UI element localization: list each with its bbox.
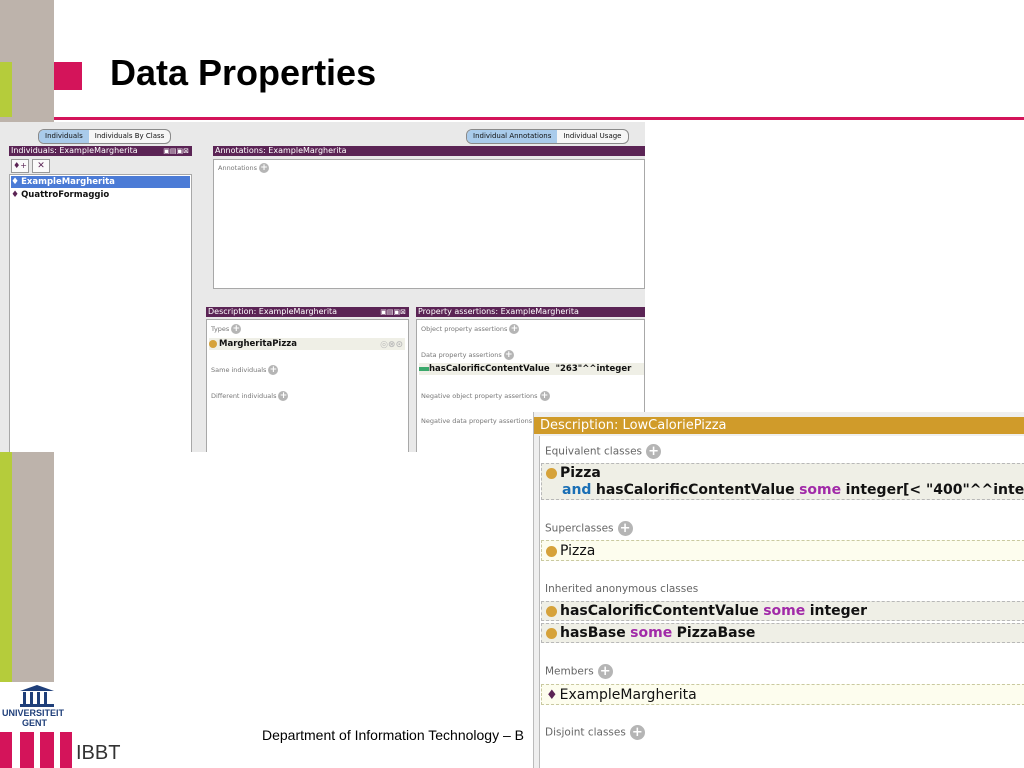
member-row[interactable]: ♦ ExampleMargherita <box>541 684 1024 705</box>
type-label: MargheritaPizza <box>219 339 297 349</box>
tab-individuals-by-class[interactable]: Individuals By Class <box>89 130 171 143</box>
logo-text-ibbt: IBBT <box>76 742 121 764</box>
inherited-range: PizzaBase <box>676 625 756 641</box>
individual-label: QuattroFormaggio <box>21 190 110 200</box>
superclass-row[interactable]: Pizza <box>541 540 1024 561</box>
protege-lowcalorie-screenshot: Description: LowCaloriePizza Equivalent … <box>533 412 1024 768</box>
same-individuals-label: Same individuals + <box>211 365 279 375</box>
add-equivalent-class-icon[interactable]: + <box>646 444 662 459</box>
type-row[interactable]: MargheritaPizza ◎⊗⊙ <box>209 338 405 350</box>
logo-text-universiteit: UNIVERSITEIT <box>2 708 65 718</box>
footer-text: Department of Information Technology – B <box>262 727 525 743</box>
property-assertions-header: Property assertions: ExampleMargherita <box>416 307 645 317</box>
lime-strip-top <box>0 62 12 117</box>
annotations-header: Annotations: ExampleMargherita <box>213 146 645 156</box>
data-property-row[interactable]: hasCalorificContentValue "263"^^integer <box>419 363 644 375</box>
add-individual-icon[interactable]: ♦+ <box>11 159 29 173</box>
equivalent-class-row[interactable]: Pizza and hasCalorificContentValue some … <box>541 463 1024 500</box>
data-property-name: hasCalorificContentValue <box>429 364 550 374</box>
individual-label: ExampleMargherita <box>21 177 115 187</box>
individuals-tabs: Individuals Individuals By Class <box>38 129 172 144</box>
add-member-icon[interactable]: + <box>597 664 613 679</box>
class-dot-icon <box>546 545 557 557</box>
equivalent-classes-label: Equivalent classes + <box>545 444 662 459</box>
types-label: Types + <box>211 324 242 334</box>
eq-class-label: Pizza <box>560 465 601 481</box>
eq-property: hasCalorificContentValue <box>595 482 795 498</box>
annotation-tabs: Individual Annotations Individual Usage <box>466 129 629 144</box>
lime-strip-bottom <box>0 452 12 682</box>
inherited-property: hasCalorificContentValue <box>560 603 759 619</box>
list-item[interactable]: ♦ ExampleMargherita <box>11 176 190 188</box>
add-neg-object-property-icon[interactable]: + <box>539 391 550 401</box>
class-dot-icon <box>209 339 217 348</box>
inherited-classes-label: Inherited anonymous classes <box>545 583 699 595</box>
class-dot-icon <box>546 467 557 479</box>
delete-individual-icon[interactable]: ✕ <box>32 159 50 173</box>
inherited-row-1[interactable]: hasCalorificContentValue some integer <box>541 601 1024 621</box>
row-action-icons[interactable]: ◎⊗⊙ <box>380 339 403 351</box>
description-header-label: Description: ExampleMargherita <box>208 307 338 316</box>
superclasses-label: Superclasses + <box>545 521 633 536</box>
data-property-value: "263"^^integer <box>555 364 632 374</box>
ibbt-bar-1 <box>0 732 12 768</box>
list-item[interactable]: ♦ QuattroFormaggio <box>11 189 109 201</box>
property-assertions-header-label: Property assertions: ExampleMargherita <box>418 307 579 316</box>
different-individuals-label: Different individuals + <box>211 391 289 401</box>
class-dot-icon <box>546 627 557 639</box>
members-label: Members + <box>545 664 613 679</box>
data-property-label: Data property assertions + <box>421 350 514 360</box>
eq-range: integer[< "400"^^integer] <box>845 482 1024 498</box>
lowcalorie-header: Description: LowCaloriePizza <box>534 417 1024 434</box>
individual-diamond-icon: ♦ <box>11 177 20 187</box>
class-dot-icon <box>546 605 557 617</box>
individuals-header: Individuals: ExampleMargherita ▣▤▣⊠ <box>9 146 192 156</box>
ibbt-bar-2 <box>20 732 34 768</box>
neg-data-property-label: Negative data property assertions <box>421 417 533 425</box>
individuals-header-label: Individuals: ExampleMargherita <box>11 146 138 155</box>
individual-diamond-icon: ♦ <box>546 688 558 703</box>
add-superclass-icon[interactable]: + <box>617 521 633 536</box>
annotations-header-label: Annotations: ExampleMargherita <box>215 146 347 155</box>
annotations-label: Annotations + <box>218 163 270 173</box>
add-data-property-icon[interactable]: + <box>503 350 514 360</box>
neg-object-property-label: Negative object property assertions + <box>421 391 550 401</box>
inherited-property: hasBase <box>560 625 626 641</box>
panel-controls-icon[interactable]: ▣▤▣⊠ <box>163 146 189 156</box>
add-same-individual-icon[interactable]: + <box>268 365 279 375</box>
ibbt-bar-4 <box>60 732 72 768</box>
object-property-label: Object property assertions + <box>421 324 520 334</box>
keyword-some: some <box>763 603 806 619</box>
add-object-property-icon[interactable]: + <box>509 324 520 334</box>
university-building-icon <box>20 685 54 707</box>
protege-individuals-screenshot: Individuals Individuals By Class Individ… <box>0 122 645 452</box>
title-rule <box>54 117 1024 120</box>
individual-diamond-icon: ♦ <box>11 190 20 200</box>
data-property-icon <box>419 366 429 371</box>
tab-individuals[interactable]: Individuals <box>39 130 89 143</box>
logo-text-gent: GENT <box>22 718 48 728</box>
inherited-row-2[interactable]: hasBase some PizzaBase <box>541 623 1024 643</box>
ibbt-bar-3 <box>40 732 54 768</box>
disjoint-classes-label: Disjoint classes + <box>545 725 645 740</box>
add-type-icon[interactable]: + <box>231 324 242 334</box>
panel-controls-icon[interactable]: ▣▤▣⊠ <box>380 307 406 317</box>
description-header: Description: ExampleMargherita ▣▤▣⊠ <box>206 307 409 317</box>
page-title: Data Properties <box>110 52 377 93</box>
keyword-some: some <box>799 482 842 498</box>
add-disjoint-class-icon[interactable]: + <box>629 725 645 740</box>
keyword-and: and <box>562 482 592 498</box>
superclass-label: Pizza <box>560 543 596 559</box>
inherited-range: integer <box>809 603 868 619</box>
tab-individual-usage[interactable]: Individual Usage <box>557 130 627 143</box>
add-different-individual-icon[interactable]: + <box>278 391 289 401</box>
description-box: Types + MargheritaPizza ◎⊗⊙ Same individu… <box>206 319 409 452</box>
annotations-box: Annotations + <box>213 159 645 289</box>
individuals-list: ♦ ExampleMargherita ♦ QuattroFormaggio <box>9 174 192 452</box>
keyword-some: some <box>630 625 673 641</box>
add-annotation-icon[interactable]: + <box>259 163 270 173</box>
member-label: ExampleMargherita <box>559 687 697 703</box>
title-bullet <box>54 62 82 90</box>
tab-individual-annotations[interactable]: Individual Annotations <box>467 130 558 143</box>
